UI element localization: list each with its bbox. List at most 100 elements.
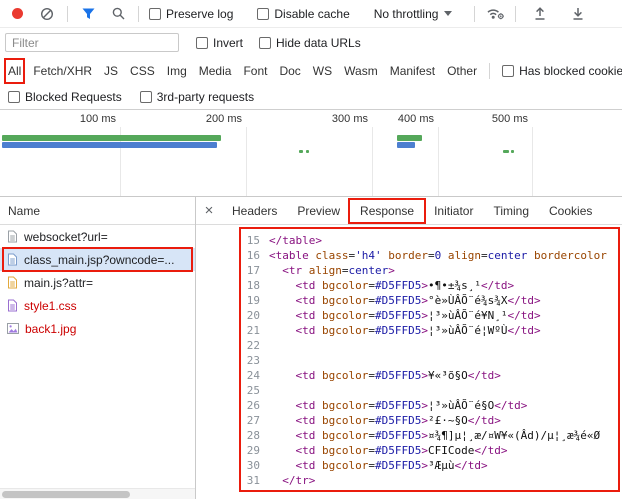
type-filter-all[interactable]: All — [8, 64, 21, 78]
tab-headers[interactable]: Headers — [222, 197, 287, 225]
overview-timeline[interactable]: 100 ms 200 ms 300 ms 400 ms 500 ms — [0, 110, 622, 197]
filter-input[interactable] — [5, 33, 179, 52]
overview-gridline — [372, 127, 373, 196]
overview-bar — [2, 142, 217, 148]
code-line: 21 <td bgcolor=#D5FFD5>¦³»ùÂÕ¨é¦WºÙ</td> — [244, 323, 620, 338]
network-main: Name websocket?url= class_main.jsp?owncod… — [0, 197, 622, 499]
line-number: 17 — [246, 264, 260, 277]
toolbar-divider — [515, 5, 517, 22]
request-row[interactable]: websocket?url= — [0, 225, 195, 248]
close-detail-button[interactable]: × — [196, 202, 222, 219]
type-filter-other[interactable]: Other — [447, 64, 477, 78]
hide-data-urls-label: Hide data URLs — [276, 35, 361, 50]
type-filter-doc[interactable]: Doc — [279, 64, 300, 78]
preserve-log-checkbox[interactable]: Preserve log — [149, 7, 233, 21]
request-name: main.js?attr= — [24, 275, 94, 290]
network-toolbar: Preserve log Disable cache No throttling — [0, 0, 622, 28]
download-icon — [573, 8, 583, 20]
code-text: <td bgcolor=#D5FFD5>¦³»ùÂÕ¨é¦WºÙ</td> — [295, 324, 541, 337]
network-conditions-button[interactable] — [485, 4, 505, 24]
import-har-button[interactable] — [530, 4, 550, 24]
type-filter-js[interactable]: JS — [104, 64, 118, 78]
blocked-requests-checkbox[interactable]: Blocked Requests — [8, 90, 122, 104]
record-icon — [11, 8, 23, 19]
code-line: 19 <td bgcolor=#D5FFD5>°è»ÙÂÕ¨é¾s¾X</td> — [244, 293, 620, 308]
code-line: 24 <td bgcolor=#D5FFD5>¥«³õ§O</td> — [244, 368, 620, 383]
code-line: 15 </table> — [244, 233, 620, 248]
tab-response[interactable]: Response — [350, 197, 424, 225]
document-file-icon — [7, 253, 18, 266]
disable-cache-checkbox[interactable]: Disable cache — [257, 7, 350, 21]
line-number: 15 — [246, 234, 260, 247]
script-file-icon — [7, 276, 18, 289]
overview-bar — [2, 135, 221, 141]
code-line: 31 </tr> — [244, 473, 620, 488]
type-filter-manifest[interactable]: Manifest — [390, 64, 435, 78]
checkbox-box — [139, 91, 152, 103]
checkbox-box — [149, 7, 161, 20]
tab-timing[interactable]: Timing — [483, 197, 539, 225]
has-blocked-cookies-checkbox[interactable]: Has blocked cookies — [502, 64, 622, 78]
record-button[interactable] — [7, 4, 27, 24]
type-filter-css[interactable]: CSS — [130, 64, 155, 78]
code-line: 17 <tr align=center> — [244, 263, 620, 278]
detail-tabbar: × Headers Preview Response Initiator Timing C… — [196, 197, 622, 225]
has-blocked-cookies-label: Has blocked cookies — [519, 64, 622, 78]
preserve-log-label: Preserve log — [166, 6, 234, 21]
filter-toggle-button[interactable] — [78, 4, 98, 24]
type-filter-font[interactable]: Font — [243, 64, 267, 78]
request-row[interactable]: class_main.jsp?owncode=... — [0, 248, 195, 271]
name-column-header[interactable]: Name — [0, 197, 195, 225]
type-filter-img[interactable]: Img — [167, 64, 187, 78]
devtools-network-panel: Preserve log Disable cache No throttling — [0, 0, 622, 499]
code-text: </tr> — [282, 474, 316, 487]
line-number: 23 — [246, 354, 260, 367]
request-flags-bar: Blocked Requests 3rd-party requests — [0, 85, 622, 110]
export-har-button[interactable] — [568, 4, 588, 24]
line-number: 20 — [246, 309, 260, 322]
hide-data-urls-checkbox[interactable]: Hide data URLs — [259, 36, 361, 50]
search-button[interactable] — [108, 4, 128, 24]
code-text: <td bgcolor=#D5FFD5>²£·~§O</td> — [295, 414, 501, 427]
response-code: 15 </table> 16 <table class='h4' border=0 a… — [244, 233, 620, 495]
resource-type-filter-list: All Fetch/XHR JS CSS Img Media Font Doc WS Wasm Ma… — [8, 64, 477, 78]
code-line: 29 <td bgcolor=#D5FFD5>CFICode</td> — [244, 443, 620, 458]
request-name: back1.jpg — [25, 321, 77, 336]
throttling-value: No throttling — [373, 6, 439, 21]
type-filter-ws[interactable]: WS — [313, 64, 332, 78]
request-row[interactable]: main.js?attr= — [0, 271, 195, 294]
type-filter-media[interactable]: Media — [199, 64, 232, 78]
code-line: 22 — [244, 338, 620, 353]
filter-row: Invert Hide data URLs — [0, 28, 622, 57]
code-line: 20 <td bgcolor=#D5FFD5>¦³»ùÂÕ¨é¥N¸¹</td> — [244, 308, 620, 323]
throttling-select[interactable]: No throttling — [374, 7, 453, 21]
code-line: 27 <td bgcolor=#D5FFD5>²£·~§O</td> — [244, 413, 620, 428]
request-list: websocket?url= class_main.jsp?owncode=...… — [0, 225, 195, 340]
request-row[interactable]: back1.jpg — [0, 317, 195, 340]
invert-label: Invert — [213, 35, 244, 50]
line-number: 24 — [246, 369, 260, 382]
line-number: 31 — [246, 474, 260, 487]
tab-initiator[interactable]: Initiator — [424, 197, 483, 225]
type-filter-wasm[interactable]: Wasm — [344, 64, 378, 78]
third-party-requests-checkbox[interactable]: 3rd-party requests — [139, 90, 254, 104]
request-name: style1.css — [24, 298, 77, 313]
type-filter-fetch-xhr[interactable]: Fetch/XHR — [33, 64, 92, 78]
request-detail-panel: × Headers Preview Response Initiator Timing C… — [196, 197, 622, 499]
overview-bar — [397, 135, 422, 141]
request-row[interactable]: style1.css — [0, 294, 195, 317]
scrollbar-thumb[interactable] — [2, 491, 130, 498]
code-line: 23 — [244, 353, 620, 368]
clear-button[interactable] — [37, 4, 57, 24]
code-text: <td bgcolor=#D5FFD5>¤¾¶]µ¦¸æ/¤W¥«(Âd)/µ¦… — [295, 429, 601, 442]
overview-bar — [306, 150, 309, 153]
tab-cookies[interactable]: Cookies — [539, 197, 602, 225]
checkbox-box — [259, 36, 272, 49]
upload-icon — [535, 7, 545, 20]
line-number: 22 — [246, 339, 260, 352]
code-text: <td bgcolor=#D5FFD5>¦³»ùÂÕ¨é¥N¸¹</td> — [295, 309, 541, 322]
invert-checkbox[interactable]: Invert — [196, 36, 243, 50]
code-line: 16 <table class='h4' border=0 align=cente… — [244, 248, 620, 263]
line-number: 26 — [246, 399, 260, 412]
tab-preview[interactable]: Preview — [287, 197, 350, 225]
